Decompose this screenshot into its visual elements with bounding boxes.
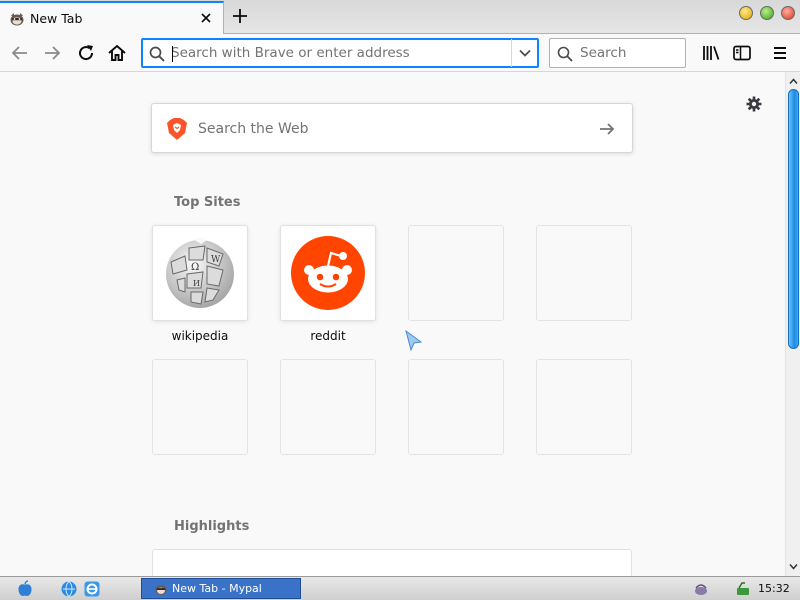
browser-launcher-icon[interactable] bbox=[60, 580, 78, 598]
arrow-right-icon[interactable] bbox=[597, 119, 617, 139]
top-site-tile-empty[interactable] bbox=[152, 359, 248, 455]
home-icon[interactable] bbox=[105, 41, 129, 65]
navigation-toolbar bbox=[0, 34, 800, 72]
tab-new-tab[interactable]: New Tab bbox=[0, 1, 224, 34]
text-caret bbox=[172, 46, 173, 62]
network-tray-icon[interactable] bbox=[692, 580, 710, 598]
new-tab-plus-icon[interactable] bbox=[229, 5, 251, 27]
svg-text:И: И bbox=[193, 279, 200, 288]
search-icon bbox=[149, 46, 165, 62]
svg-text:W: W bbox=[211, 255, 221, 265]
top-site-label: reddit bbox=[310, 329, 346, 343]
mouse-cursor-icon bbox=[405, 330, 423, 352]
top-site-tile-empty[interactable] bbox=[280, 359, 376, 455]
volume-tray-icon[interactable] bbox=[734, 580, 752, 598]
search-bar[interactable] bbox=[549, 38, 686, 68]
top-site-tile-empty[interactable] bbox=[536, 359, 632, 455]
taskbar-task-mypal[interactable]: New Tab - Mypal bbox=[141, 578, 301, 599]
back-arrow-icon[interactable] bbox=[8, 41, 32, 65]
mypal-raccoon-icon bbox=[10, 13, 24, 26]
svg-text:Ω: Ω bbox=[191, 262, 199, 273]
highlights-heading: Highlights bbox=[174, 519, 250, 534]
url-bar-divider bbox=[511, 39, 512, 67]
web-search-box[interactable] bbox=[151, 103, 633, 153]
url-input[interactable] bbox=[171, 42, 501, 64]
taskbar-task-label: New Tab - Mypal bbox=[172, 582, 262, 595]
edge-launcher-icon[interactable] bbox=[83, 580, 101, 598]
hamburger-menu-icon[interactable] bbox=[768, 41, 792, 65]
top-sites-heading: Top Sites bbox=[174, 195, 241, 210]
apple-start-icon[interactable] bbox=[16, 580, 34, 598]
wikipedia-globe-icon: Ω W И bbox=[166, 237, 234, 308]
maximize-button[interactable] bbox=[760, 6, 774, 20]
window-close-button[interactable] bbox=[781, 6, 795, 20]
highlight-card[interactable] bbox=[152, 549, 632, 576]
scroll-up-arrow-icon[interactable] bbox=[788, 76, 799, 87]
scrollbar-thumb[interactable] bbox=[788, 89, 799, 349]
top-site-tile-wikipedia[interactable]: Ω W И bbox=[152, 225, 248, 321]
top-site-tile-reddit[interactable] bbox=[280, 225, 376, 321]
taskbar-clock: 15:32 bbox=[758, 582, 790, 595]
tab-strip: New Tab bbox=[0, 0, 800, 34]
brave-lion-icon bbox=[167, 118, 187, 140]
forward-arrow-icon[interactable] bbox=[40, 41, 64, 65]
reddit-alien-icon bbox=[291, 236, 365, 310]
search-input[interactable] bbox=[580, 43, 680, 63]
tab-title: New Tab bbox=[30, 11, 83, 26]
sidebar-icon[interactable] bbox=[730, 41, 754, 65]
top-site-tile-empty[interactable] bbox=[408, 359, 504, 455]
library-icon[interactable] bbox=[699, 41, 723, 65]
scroll-down-arrow-icon[interactable] bbox=[788, 561, 799, 572]
mypal-raccoon-icon bbox=[155, 585, 167, 595]
close-icon[interactable] bbox=[196, 8, 216, 28]
vertical-scrollbar[interactable] bbox=[785, 72, 800, 576]
top-site-tile-empty[interactable] bbox=[536, 225, 632, 321]
minimize-button[interactable] bbox=[739, 6, 753, 20]
top-site-label: wikipedia bbox=[171, 329, 229, 343]
gear-icon[interactable] bbox=[745, 95, 763, 113]
new-tab-page: Top Sites Ω W И wikipedia reddit bbox=[0, 72, 785, 576]
url-bar[interactable] bbox=[141, 38, 539, 68]
taskbar: New Tab - Mypal 15:32 bbox=[0, 576, 800, 600]
top-site-tile-empty[interactable] bbox=[408, 225, 504, 321]
chevron-down-icon[interactable] bbox=[516, 44, 534, 62]
reload-icon[interactable] bbox=[74, 41, 98, 65]
search-icon bbox=[557, 46, 573, 62]
web-search-input[interactable] bbox=[198, 118, 578, 140]
